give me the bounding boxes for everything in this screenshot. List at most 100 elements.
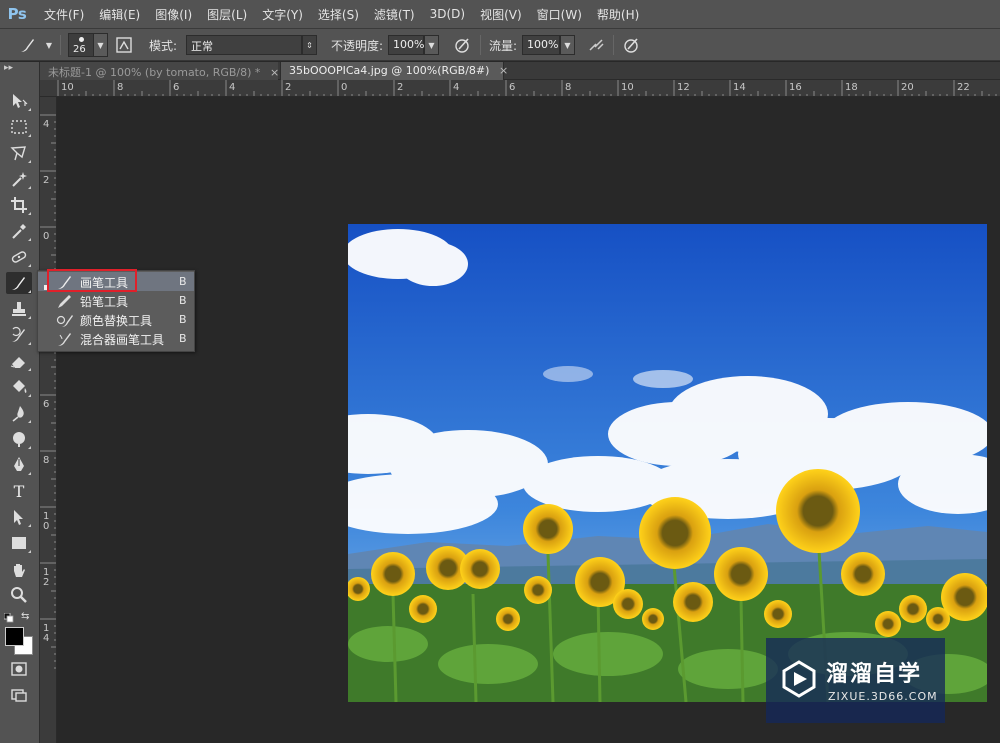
flyout-label: 铅笔工具 (80, 295, 129, 309)
sunflower-field-image (348, 224, 987, 702)
eyedropper-tool-icon[interactable] (6, 220, 32, 242)
swap-colors-icon[interactable]: ⇆ (21, 611, 33, 622)
mode-dropdown-icon[interactable]: ⇕ (302, 35, 317, 55)
toolbox-grip-icon[interactable]: ▸▸ (4, 63, 13, 73)
tab-label: 未标题-1 @ 100% (by tomato, RGB/8) * (48, 66, 261, 79)
menu-edit[interactable]: 编辑(E) (99, 6, 140, 23)
tool-preset-dropdown-icon[interactable]: ▼ (43, 35, 55, 55)
ruler-label: 4 (229, 82, 235, 93)
history-brush-tool-icon[interactable] (6, 324, 32, 346)
flow-label: 流量: (489, 39, 518, 53)
ruler-label: 10 (621, 82, 634, 93)
blur-tool-icon[interactable] (6, 402, 32, 424)
ruler-label: 6 (509, 82, 515, 93)
ruler-label: 10 (61, 82, 74, 93)
brush-size-value: 26 (73, 44, 86, 55)
foreground-color-swatch[interactable] (5, 627, 24, 646)
opacity-input[interactable]: 100% (388, 35, 424, 55)
lasso-tool-icon[interactable] (6, 142, 32, 164)
ruler-label: 0 (43, 231, 49, 242)
menu-3d[interactable]: 3D(D) (430, 7, 465, 21)
document-tab-active[interactable]: 35bOOOPICa4.jpg @ 100%(RGB/8#) × (280, 62, 508, 80)
separator (613, 35, 614, 55)
menu-type[interactable]: 文字(Y) (262, 6, 303, 23)
mode-select[interactable]: 正常 (186, 35, 302, 55)
dodge-tool-icon[interactable] (6, 428, 32, 450)
flyout-shortcut: B (179, 275, 187, 288)
airbrush-icon[interactable] (587, 35, 607, 55)
flow-input[interactable]: 100% (522, 35, 560, 55)
flyout-item-color-replacement-tool[interactable]: 颜色替换工具 B (38, 310, 194, 329)
stamp-tool-icon[interactable] (6, 298, 32, 320)
pen-tool-icon[interactable] (6, 454, 32, 476)
brush-panel-toggle-icon[interactable] (114, 35, 134, 55)
path-selection-tool-icon[interactable] (6, 506, 32, 528)
move-tool-icon[interactable] (6, 90, 32, 112)
separator (60, 35, 61, 55)
menu-view[interactable]: 视图(V) (480, 6, 522, 23)
menu-image[interactable]: 图像(I) (155, 6, 192, 23)
pressure-size-icon[interactable] (622, 35, 642, 55)
opacity-dropdown-icon[interactable]: ▼ (424, 35, 439, 55)
marquee-tool-icon[interactable] (6, 116, 32, 138)
ruler-label: 2 (285, 82, 291, 93)
screen-mode-icon[interactable] (6, 684, 32, 706)
ruler-label: 4 (43, 633, 49, 644)
vertical-ruler[interactable]: 4202468101214 (40, 97, 57, 743)
pencil-icon (56, 293, 74, 309)
menu-filter[interactable]: 滤镜(T) (374, 6, 415, 23)
photoshop-logo: Ps (7, 5, 27, 23)
healing-brush-tool-icon[interactable] (6, 246, 32, 268)
ruler-label: 20 (901, 82, 914, 93)
brush-size-picker[interactable]: 26 (68, 33, 94, 57)
flyout-shortcut: B (179, 313, 187, 326)
brush-tool-icon[interactable] (6, 272, 32, 294)
zoom-tool-icon[interactable] (6, 584, 32, 606)
rectangle-tool-icon[interactable] (6, 532, 32, 554)
tool-preset-brush-icon[interactable] (18, 35, 38, 55)
ruler-label: 4 (43, 119, 49, 130)
default-colors-icon[interactable] (3, 612, 14, 623)
menu-window[interactable]: 窗口(W) (537, 6, 582, 23)
flyout-shortcut: B (179, 294, 187, 307)
quick-mask-icon[interactable] (6, 658, 32, 680)
sunflower-photo[interactable] (348, 224, 987, 702)
paint-bucket-tool-icon[interactable] (6, 376, 32, 398)
document-tab-untitled[interactable]: 未标题-1 @ 100% (by tomato, RGB/8) * × (40, 62, 279, 80)
tab-close-icon[interactable]: × (499, 64, 508, 77)
menu-help[interactable]: 帮助(H) (597, 6, 639, 23)
menu-select[interactable]: 选择(S) (318, 6, 359, 23)
ruler-label: 22 (957, 82, 970, 93)
mixer-brush-icon (56, 331, 74, 347)
flyout-shortcut: B (179, 332, 187, 345)
flyout-item-mixer-brush-tool[interactable]: 混合器画笔工具 B (38, 329, 194, 348)
type-tool-icon[interactable]: T (6, 480, 32, 502)
tab-close-icon[interactable]: × (270, 66, 279, 79)
ruler-label: 0 (43, 521, 49, 532)
flyout-item-pencil-tool[interactable]: 铅笔工具 B (38, 291, 194, 310)
options-bar: ▼ 26 ▼ 模式: 正常 ⇕ 不透明度: 100% ▼ 流量: 100% ▼ (0, 29, 1000, 61)
ruler-label: 0 (341, 82, 347, 93)
ruler-label: 14 (733, 82, 746, 93)
brush-size-dropdown-icon[interactable]: ▼ (93, 33, 108, 57)
pressure-opacity-icon[interactable] (453, 35, 473, 55)
ruler-label: 2 (397, 82, 403, 93)
flow-dropdown-icon[interactable]: ▼ (560, 35, 575, 55)
ruler-label: 4 (453, 82, 459, 93)
magic-wand-tool-icon[interactable] (6, 168, 32, 190)
crop-tool-icon[interactable] (6, 194, 32, 216)
watermark-url: ZIXUE.3D66.COM (828, 690, 938, 703)
separator (480, 35, 481, 55)
menu-file[interactable]: 文件(F) (44, 6, 84, 23)
ruler-label: 2 (43, 577, 49, 588)
ruler-label: 8 (117, 82, 123, 93)
ruler-label: 6 (173, 82, 179, 93)
toolbox: ▸▸ T ⇆ (0, 62, 40, 743)
hand-tool-icon[interactable] (6, 560, 32, 582)
ruler-label: 12 (677, 82, 690, 93)
eraser-tool-icon[interactable] (6, 350, 32, 372)
flyout-label: 颜色替换工具 (80, 314, 153, 328)
horizontal-ruler[interactable]: 10 8 6 4 2 0 2 4 6 8 10 12 14 16 18 20 22 (40, 80, 1000, 97)
menu-layer[interactable]: 图层(L) (207, 6, 247, 23)
mode-label: 模式: (149, 39, 178, 53)
